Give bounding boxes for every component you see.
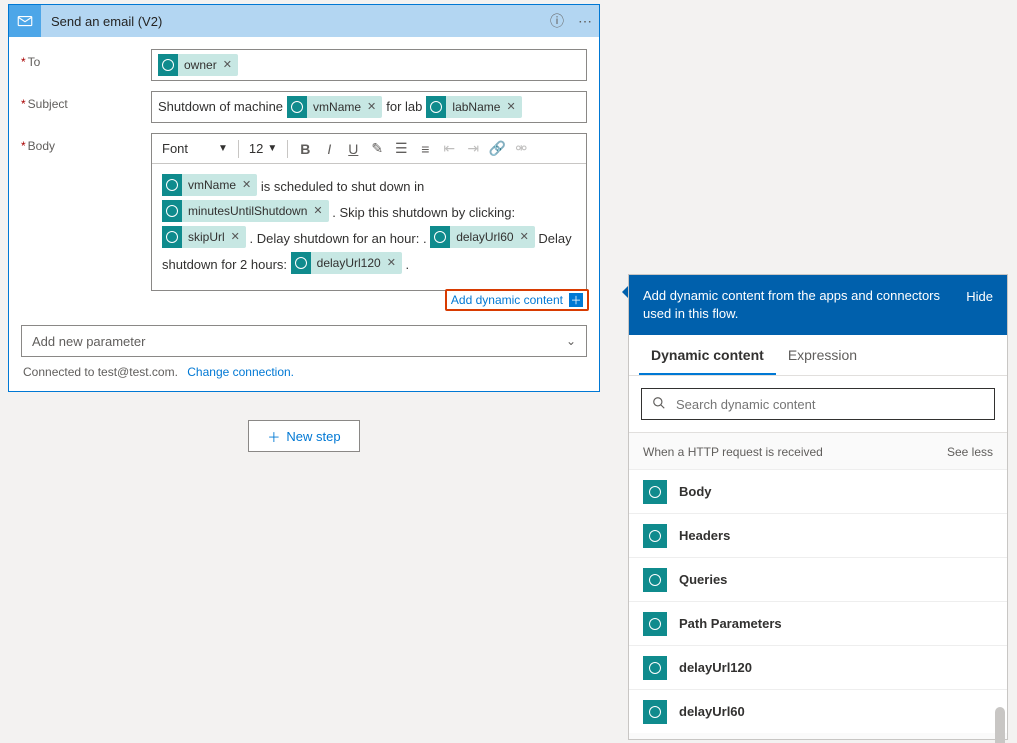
group-header: When a HTTP request is received See less [629,433,1007,469]
body-label: *Body [21,133,151,153]
dynamic-icon [162,226,182,248]
to-input[interactable]: owner✕ [151,49,587,81]
hide-button[interactable]: Hide [966,289,993,304]
subject-label: *Subject [21,91,151,111]
color-button[interactable]: ✎ [366,138,388,160]
new-step-button[interactable]: ＋ New step [248,420,360,452]
font-select[interactable]: Font▼ [158,141,232,156]
close-icon[interactable]: ✕ [387,250,396,276]
panel-header: Add dynamic content from the apps and co… [629,275,1007,335]
bullets-button[interactable]: ☰ [390,138,412,160]
token-skipurl[interactable]: skipUrl✕ [162,226,246,248]
list-item[interactable]: delayUrl60 [629,689,1007,733]
token-delay120[interactable]: delayUrl120✕ [291,252,402,274]
plus-icon: ＋ [569,293,583,307]
list-item[interactable]: Body [629,469,1007,513]
tab-expression[interactable]: Expression [776,335,869,375]
plus-icon: ＋ [267,427,280,446]
dynamic-icon [291,252,311,274]
token-vmname[interactable]: vmName✕ [287,96,382,118]
close-icon[interactable]: ✕ [231,224,240,250]
dynamic-icon [643,480,667,504]
token-owner[interactable]: owner✕ [158,54,238,76]
close-icon[interactable]: ✕ [506,96,515,118]
token-labname[interactable]: labName✕ [426,96,521,118]
card-header: Send an email (V2) ⓘ ⋯ [9,5,599,37]
search-input[interactable] [676,397,984,412]
close-icon[interactable]: ✕ [223,54,232,76]
underline-button[interactable]: U [342,138,364,160]
dynamic-icon [162,174,182,196]
outlook-icon [9,5,41,37]
dynamic-icon [643,524,667,548]
body-text: . [406,257,410,272]
subject-text: Shutdown of machine [158,96,283,118]
numbering-button[interactable]: ≡ [414,138,436,160]
dynamic-icon [287,96,307,118]
dynamic-content-panel: Add dynamic content from the apps and co… [628,274,1008,740]
list-item[interactable]: Path Parameters [629,601,1007,645]
body-editor: Font▼ 12▼ B I U ✎ ☰ ≡ ⇤ ⇥ 🔗 ⚮ [151,133,587,291]
dynamic-icon [430,226,450,248]
close-icon[interactable]: ✕ [520,224,529,250]
close-icon[interactable]: ✕ [313,198,322,224]
unlink-button[interactable]: ⚮ [510,138,532,160]
outdent-button[interactable]: ⇤ [438,138,460,160]
dynamic-icon [162,200,182,222]
card-body: *To owner✕ *Subject Shutdown of machine … [9,37,599,391]
close-icon[interactable]: ✕ [242,172,251,198]
token-delay60[interactable]: delayUrl60✕ [430,226,535,248]
subject-input[interactable]: Shutdown of machine vmName✕ for lab labN… [151,91,587,123]
see-less-link[interactable]: See less [947,445,993,459]
token-vmname[interactable]: vmName✕ [162,174,257,196]
add-parameter-dropdown[interactable]: Add new parameter ⌄ [21,325,587,357]
body-text: is scheduled to shut down in [261,179,424,194]
list-item[interactable]: Queries [629,557,1007,601]
scrollbar-thumb[interactable] [995,707,1005,743]
dynamic-content-list[interactable]: When a HTTP request is received See less… [629,433,1007,739]
tab-dynamic-content[interactable]: Dynamic content [639,335,776,375]
indent-button[interactable]: ⇥ [462,138,484,160]
search-box[interactable] [641,388,995,420]
info-icon[interactable]: ⓘ [543,11,571,31]
panel-tabs: Dynamic content Expression [629,335,1007,376]
connection-info: Connected to test@test.com. Change conne… [21,363,587,385]
body-content[interactable]: vmName✕ is scheduled to shut down in min… [152,164,586,290]
dynamic-icon [643,656,667,680]
subject-text: for lab [386,96,422,118]
card-title: Send an email (V2) [41,14,543,29]
body-text: . Skip this shutdown by clicking: [332,205,515,220]
font-size-select[interactable]: 12▼ [245,141,281,156]
add-dynamic-content-link[interactable]: Add dynamic content ＋ [445,289,589,311]
body-text: . Delay shutdown for an hour: . [250,231,427,246]
dynamic-icon [643,612,667,636]
italic-button[interactable]: I [318,138,340,160]
bold-button[interactable]: B [294,138,316,160]
list-item[interactable]: Headers [629,513,1007,557]
dynamic-icon [643,700,667,724]
change-connection-link[interactable]: Change connection. [187,365,294,379]
to-label: *To [21,49,151,69]
more-icon[interactable]: ⋯ [571,13,599,30]
list-item[interactable]: delayUrl120 [629,645,1007,689]
dynamic-icon [643,568,667,592]
dynamic-icon [158,54,178,76]
scrollbar[interactable] [995,707,1005,743]
dynamic-icon [426,96,446,118]
close-icon[interactable]: ✕ [367,96,376,118]
email-action-card: Send an email (V2) ⓘ ⋯ *To owner✕ *Subje… [8,4,600,392]
chevron-down-icon: ⌄ [566,334,576,348]
link-button[interactable]: 🔗 [486,138,508,160]
search-icon [652,396,666,413]
rte-toolbar: Font▼ 12▼ B I U ✎ ☰ ≡ ⇤ ⇥ 🔗 ⚮ [152,134,586,164]
token-minutes[interactable]: minutesUntilShutdown✕ [162,200,329,222]
